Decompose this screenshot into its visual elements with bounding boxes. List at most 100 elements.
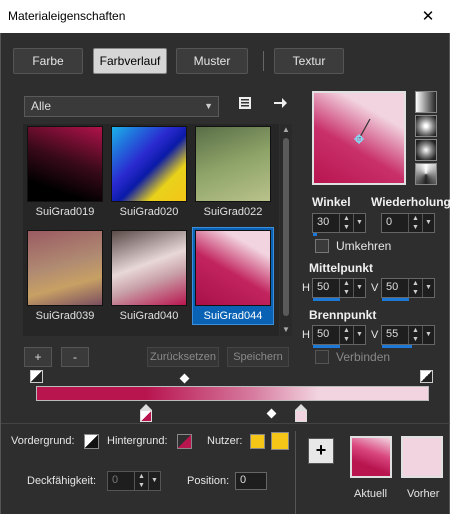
stepper-arrows-icon[interactable]: ▲ ▼ [134, 472, 148, 490]
gradient-tile[interactable]: SuiGrad022 [193, 124, 273, 220]
gradient-preview[interactable] [312, 91, 406, 185]
add-gradient-button[interactable]: + [24, 347, 52, 367]
angle-label: Winkel [312, 195, 351, 209]
opacity-midpoint-icon[interactable] [179, 373, 190, 384]
gradient-tile[interactable]: SuiGrad019 [25, 124, 105, 220]
gradient-name: SuiGrad044 [203, 310, 263, 322]
chevron-down-icon[interactable]: ▼ [353, 326, 365, 344]
repeat-label: Wiederholung [371, 195, 450, 209]
position-label: Position: [187, 475, 230, 487]
chevron-down-icon: ▼ [204, 101, 213, 111]
sunburst-mode-icon[interactable] [415, 163, 437, 185]
color-midpoint-icon[interactable] [266, 408, 277, 419]
position-value: 0 [240, 474, 247, 486]
focus-v-label: V [371, 329, 379, 341]
chevron-down-icon[interactable]: ▼ [422, 279, 434, 297]
opacity-label: Deckfähigkeit: [27, 475, 97, 487]
add-color-button[interactable]: + [308, 438, 334, 464]
tab-farbe[interactable]: Farbe [13, 48, 83, 74]
center-v-value: 50 [386, 281, 399, 293]
opacity-stepper[interactable]: 0 ▲ ▼ ▼ [107, 471, 161, 491]
position-input[interactable]: 0 [235, 472, 267, 490]
rectangular-mode-icon[interactable] [415, 115, 437, 137]
background-swatch[interactable] [177, 434, 192, 449]
close-icon[interactable]: ✕ [406, 0, 450, 33]
gradient-name: SuiGrad019 [35, 206, 95, 218]
angle-level-bar [313, 233, 317, 236]
gradient-tile[interactable]: SuiGrad020 [109, 124, 189, 220]
background-label: Hintergrund: [107, 435, 168, 447]
save-button[interactable]: Speichern [227, 347, 289, 367]
stepper-arrows-icon[interactable]: ▲ ▼ [339, 214, 353, 232]
radial-mode-icon[interactable] [415, 139, 437, 161]
tab-farbverlauf[interactable]: Farbverlauf [93, 48, 167, 74]
linear-mode-icon[interactable] [415, 91, 437, 113]
gallery-scrollbar[interactable]: ▲ ▼ [280, 124, 292, 336]
tab-textur[interactable]: Textur [274, 48, 344, 74]
bottom-panel: Vordergrund: Hintergrund: Nutzer: Deckfä… [1, 423, 450, 514]
remove-gradient-button[interactable]: - [61, 347, 89, 367]
scroll-up-icon[interactable]: ▲ [280, 124, 292, 136]
foreground-label: Vordergrund: [11, 435, 75, 447]
gradient-tile-selected[interactable]: SuiGrad044 [192, 227, 274, 325]
focus-h-value: 50 [317, 328, 330, 340]
chevron-down-icon[interactable]: ▼ [422, 214, 434, 232]
focus-v-value: 55 [386, 328, 399, 340]
focus-h-stepper[interactable]: 50 ▲ ▼ ▼ [312, 325, 366, 348]
chevron-down-icon[interactable]: ▼ [422, 326, 434, 344]
gradient-name: SuiGrad040 [119, 310, 179, 322]
gradient-swatch [27, 230, 103, 306]
dialog-body: Farbe Farbverlauf Muster Textur Alle ▼ S… [0, 33, 450, 514]
list-view-icon[interactable] [236, 95, 254, 115]
bottom-divider [295, 431, 296, 514]
center-v-level-bar [382, 298, 409, 301]
gradient-swatch [195, 126, 271, 202]
chevron-down-icon[interactable]: ▼ [148, 472, 160, 490]
user-swatch-large[interactable] [271, 432, 289, 450]
stepper-arrows-icon[interactable]: ▲ ▼ [339, 279, 353, 297]
gradient-swatch [111, 126, 187, 202]
window-title: Materialeigenschaften [8, 9, 126, 23]
stepper-arrows-icon[interactable]: ▲ ▼ [408, 326, 422, 344]
gradient-swatch [195, 230, 271, 306]
category-dropdown[interactable]: Alle ▼ [24, 96, 219, 117]
gradient-tile[interactable]: SuiGrad039 [25, 228, 105, 324]
invert-checkbox[interactable] [315, 239, 329, 253]
center-v-label: V [371, 282, 379, 294]
gradient-name: SuiGrad039 [35, 310, 95, 322]
focus-v-stepper[interactable]: 55 ▲ ▼ ▼ [381, 325, 435, 348]
opacity-stop-right-icon[interactable] [420, 370, 433, 383]
color-stop-left-icon[interactable] [140, 410, 152, 422]
opacity-stop-left-icon[interactable] [30, 370, 43, 383]
current-material-swatch[interactable] [350, 436, 392, 478]
center-h-value: 50 [317, 281, 330, 293]
invert-label: Umkehren [336, 239, 392, 253]
scroll-down-icon[interactable]: ▼ [280, 324, 292, 336]
center-h-stepper[interactable]: 50 ▲ ▼ ▼ [312, 278, 366, 301]
foreground-swatch[interactable] [84, 434, 99, 449]
reset-button[interactable]: Zurücksetzen [147, 347, 219, 367]
gradient-tile[interactable]: SuiGrad040 [109, 228, 189, 324]
focus-v-level-bar [382, 345, 412, 348]
center-v-stepper[interactable]: 50 ▲ ▼ ▼ [381, 278, 435, 301]
tab-muster[interactable]: Muster [176, 48, 248, 74]
previous-material-swatch[interactable] [401, 436, 443, 478]
gradient-name: SuiGrad022 [203, 206, 263, 218]
opacity-value: 0 [112, 474, 119, 486]
angle-stepper[interactable]: 30 ▲ ▼ ▼ [312, 213, 366, 236]
color-stop-right-icon[interactable] [295, 410, 307, 422]
scroll-thumb[interactable] [283, 138, 289, 316]
chevron-down-icon[interactable]: ▼ [353, 279, 365, 297]
link-checkbox[interactable] [315, 350, 329, 364]
stepper-arrows-icon[interactable]: ▲ ▼ [339, 326, 353, 344]
stepper-arrows-icon[interactable]: ▲ ▼ [408, 214, 422, 232]
chevron-down-icon[interactable]: ▼ [353, 214, 365, 232]
gradient-bar[interactable] [36, 386, 429, 401]
arrow-right-icon[interactable] [271, 95, 289, 115]
user-swatch[interactable] [250, 434, 265, 449]
center-h-level-bar [313, 298, 340, 301]
repeat-stepper[interactable]: 0 ▲ ▼ ▼ [381, 213, 435, 233]
repeat-value: 0 [386, 216, 393, 228]
angle-value: 30 [317, 216, 330, 228]
stepper-arrows-icon[interactable]: ▲ ▼ [408, 279, 422, 297]
